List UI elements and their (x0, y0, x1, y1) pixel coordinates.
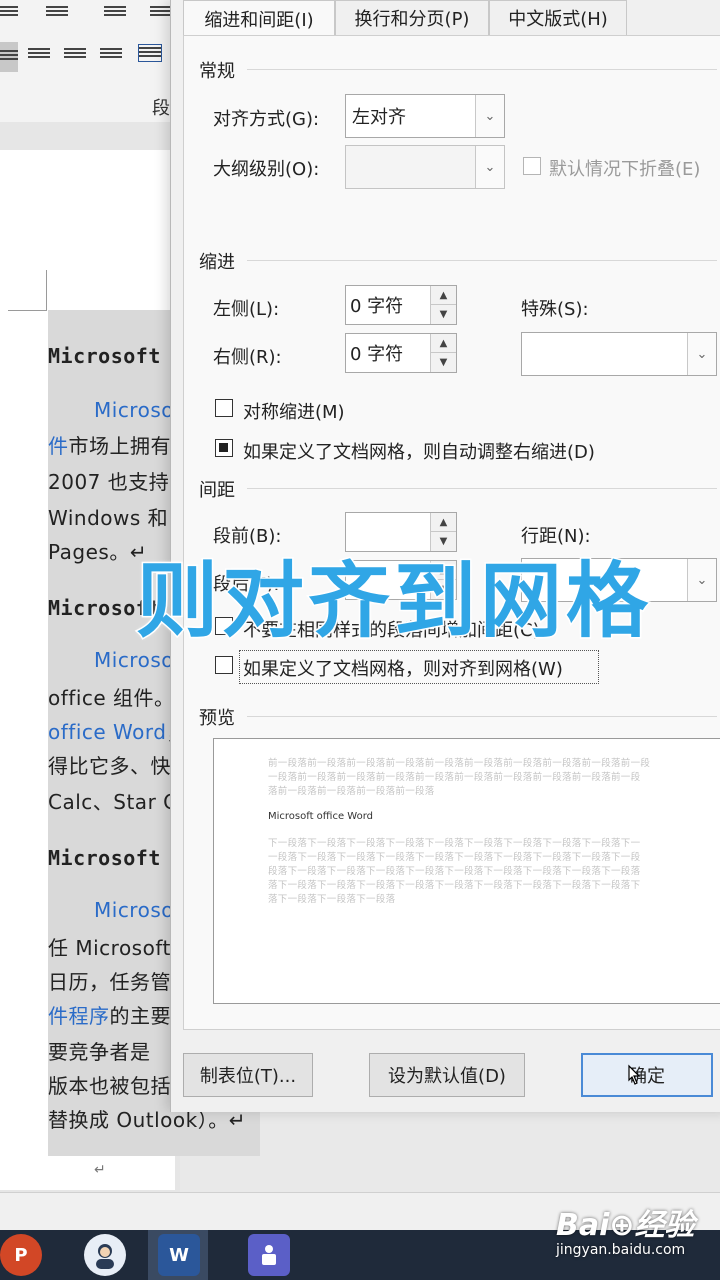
preview-prev-line: 一段落前一段落前一段落前一段落前一段落前一段落前一段落前一段落前一段落前一段 (268, 772, 641, 783)
align-right-icon[interactable] (64, 46, 86, 62)
alignment-label: 对齐方式(G): (213, 109, 320, 130)
spin-down-icon[interactable]: ▼ (430, 305, 456, 324)
teams-icon[interactable] (248, 1234, 290, 1276)
special-indent-label: 特殊(S): (521, 299, 589, 320)
watermark-logo: Bai⊕经验 (556, 1208, 695, 1243)
document-line: Pages。↵ (48, 540, 148, 564)
ok-button[interactable]: 确定 (581, 1053, 713, 1097)
document-line: Microsoft (48, 846, 161, 870)
section-divider (247, 69, 717, 70)
spin-down-icon[interactable]: ▼ (430, 353, 456, 372)
tabs-button[interactable]: 制表位(T)... (183, 1053, 313, 1097)
multilevel-list-icon[interactable] (104, 4, 126, 20)
watermark-url: jingyan.baidu.com (556, 1242, 686, 1258)
left-indent-label: 左侧(L): (213, 299, 280, 320)
spin-up-icon[interactable]: ▲ (430, 513, 456, 532)
section-general-title: 常规 (199, 61, 235, 82)
chevron-down-icon[interactable]: ⌄ (475, 95, 504, 137)
preview-prev-line: 前一段落前一段落前一段落前一段落前一段落前一段落前一段落前一段落前一段落前一段 (268, 758, 651, 769)
collapse-default-checkbox[interactable] (523, 157, 541, 175)
document-line: Microsoft (48, 344, 161, 368)
align-center-icon[interactable] (28, 46, 50, 62)
document-line: office Word， (48, 716, 187, 745)
document-line: 件程序的主要 (48, 1000, 171, 1029)
preview-next-line: 下一段落下一段落下一段落下一段落下一段落下一段落下一段落下一段落下一段落下一 (268, 838, 641, 849)
word-ribbon: 段 (0, 0, 180, 123)
alignment-value: 左对齐 (352, 107, 406, 128)
word-icon[interactable]: W (158, 1234, 200, 1276)
section-indent-title: 缩进 (199, 252, 235, 273)
document-line: Windows 和 (48, 506, 169, 530)
dialog-tab-strip: 缩进和间距(I) 换行和分页(P) 中文版式(H) (171, 0, 720, 37)
paragraph-preview: 前一段落前一段落前一段落前一段落前一段落前一段落前一段落前一段落前一段落前一段 … (213, 738, 720, 1004)
decrease-indent-icon[interactable] (150, 4, 172, 20)
tab-asian-typography[interactable]: 中文版式(H) (489, 0, 627, 35)
special-indent-select[interactable]: ⌄ (521, 332, 717, 376)
document-line: 件市场上拥有 (48, 430, 171, 459)
outline-level-label: 大纲级别(O): (213, 159, 320, 180)
document-line: office 组件。E (48, 686, 188, 710)
section-divider (247, 716, 717, 717)
numbering-icon[interactable] (46, 4, 68, 20)
powerpoint-icon[interactable]: P (0, 1234, 42, 1276)
margin-corner-mark (8, 270, 47, 311)
snap-to-grid-label: 如果定义了文档网格，则对齐到网格(W) (243, 659, 563, 680)
spin-up-icon[interactable]: ▲ (430, 286, 456, 305)
document-line: 得比它多、快 (48, 754, 171, 778)
document-line: Microso (94, 898, 174, 922)
tab-indent-spacing[interactable]: 缩进和间距(I) (183, 0, 335, 37)
paragraph-mark: ↵ (94, 1162, 106, 1178)
right-indent-value: 0 字符 (350, 344, 404, 365)
preview-next-line: 落下一段落下一段落下一段落下一段落下一段落下一段落下一段落下一段落下一段落下 (268, 880, 641, 891)
ribbon-group-label: 段 (152, 98, 170, 119)
mirror-indent-checkbox[interactable] (215, 399, 233, 417)
document-line: 日历，任务管 (48, 970, 171, 994)
right-indent-spinner[interactable]: 0 字符 ▲ ▼ (345, 333, 457, 373)
document-line: 版本也被包括 (48, 1074, 171, 1098)
collapse-default-label: 默认情况下折叠(E) (549, 159, 701, 180)
left-indent-value: 0 字符 (350, 296, 404, 317)
chevron-down-icon[interactable]: ⌄ (687, 559, 716, 601)
document-text-run: 的主要 (109, 1004, 171, 1028)
chevron-down-icon[interactable]: ⌄ (687, 333, 716, 375)
chevron-down-icon[interactable]: ⌄ (475, 146, 504, 188)
distributed-align-icon[interactable] (138, 44, 162, 62)
mouse-cursor-icon (628, 1064, 641, 1085)
document-text-run: 市场上拥有 (68, 434, 171, 458)
avatar-icon[interactable] (84, 1234, 126, 1276)
spin-up-icon[interactable]: ▲ (430, 334, 456, 353)
tab-line-page-breaks[interactable]: 换行和分页(P) (335, 0, 489, 35)
align-left-icon[interactable] (0, 42, 18, 72)
document-line: 任 Microsoft (48, 936, 171, 960)
preview-prev-line: 落前一段落前一段落前一段落前一段落 (268, 786, 435, 797)
document-line: 2007 也支持 (48, 470, 170, 494)
video-caption: 则对齐到网格 (134, 553, 653, 651)
alignment-select[interactable]: 左对齐 ⌄ (345, 94, 505, 138)
document-link-text[interactable]: 件 (48, 434, 69, 458)
mirror-indent-label: 对称缩进(M) (243, 402, 345, 423)
outline-level-select[interactable]: ⌄ (345, 145, 505, 189)
section-divider (247, 488, 717, 489)
snap-to-grid-checkbox[interactable] (215, 656, 233, 674)
section-spacing-title: 间距 (199, 480, 235, 501)
document-link-text[interactable]: 件程序 (48, 1004, 110, 1028)
document-link-text[interactable]: office Word (48, 720, 166, 744)
preview-next-line: 一段落下一段落下一段落下一段落下一段落下一段落下一段落下一段落下一段落下一段 (268, 852, 641, 863)
set-default-button[interactable]: 设为默认值(D) (369, 1053, 525, 1097)
section-preview-title: 预览 (199, 708, 235, 729)
baidu-watermark: Bai⊕经验 jingyan.baidu.com (556, 1200, 695, 1258)
left-indent-spinner[interactable]: 0 字符 ▲ ▼ (345, 285, 457, 325)
right-indent-label: 右侧(R): (213, 347, 282, 368)
justify-icon[interactable] (100, 46, 122, 62)
document-line: 要竞争者是 (48, 1040, 151, 1064)
document-line: Calc、Star C (48, 790, 178, 814)
document-line: Microso (94, 398, 174, 422)
preview-next-line: 落下一段落下一段落下一段落 (268, 894, 396, 905)
preview-sample-text: Microsoft office Word (268, 811, 374, 822)
bullets-icon[interactable] (0, 4, 18, 20)
section-divider (247, 260, 717, 261)
preview-next-line: 段落下一段落下一段落下一段落下一段落下一段落下一段落下一段落下一段落下一段落 (268, 866, 641, 877)
auto-adjust-indent-label: 如果定义了文档网格，则自动调整右缩进(D) (243, 442, 595, 463)
auto-adjust-indent-checkbox[interactable] (215, 439, 233, 457)
